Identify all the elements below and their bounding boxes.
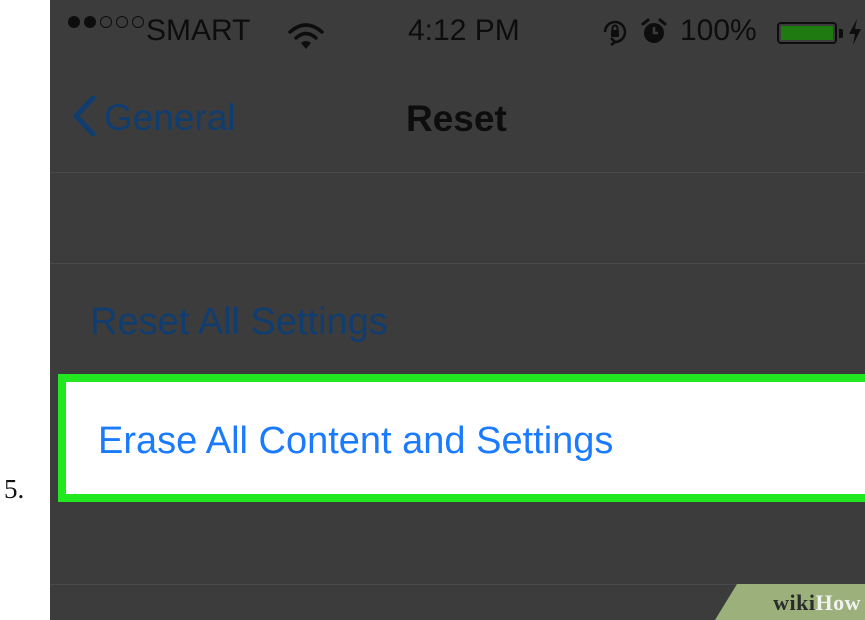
signal-dot — [84, 16, 96, 28]
signal-dot — [100, 16, 112, 28]
signal-dot — [132, 16, 144, 28]
phone-screen: SMART 4:12 PM 100% General Reset Reset A… — [50, 0, 865, 620]
signal-dot — [116, 16, 128, 28]
battery-icon — [777, 22, 837, 44]
status-bar: SMART 4:12 PM 100% — [50, 0, 865, 64]
watermark-text: wikiHow — [773, 590, 861, 616]
wifi-icon — [288, 22, 324, 50]
clock-time: 4:12 PM — [408, 14, 520, 47]
battery-percentage: 100% — [680, 14, 757, 47]
watermark-wiki: wiki — [773, 590, 816, 615]
signal-dot — [68, 16, 80, 28]
reset-all-settings-row[interactable]: Reset All Settings — [50, 264, 865, 374]
battery-cap — [839, 29, 843, 38]
watermark-how: How — [815, 590, 861, 615]
signal-strength-icon — [68, 16, 148, 28]
reset-all-settings-label: Reset All Settings — [90, 301, 388, 343]
page-title: Reset — [406, 98, 507, 139]
erase-all-content-row[interactable]: Erase All Content and Settings — [58, 374, 865, 502]
navigation-bar: General Reset — [50, 64, 865, 173]
alarm-icon — [640, 18, 668, 46]
erase-all-content-label: Erase All Content and Settings — [98, 420, 614, 462]
wikihow-watermark: wikiHow — [715, 584, 865, 620]
back-button-label: General — [104, 97, 236, 138]
back-button[interactable]: General — [72, 94, 236, 142]
carrier-name: SMART — [146, 14, 251, 47]
step-number: 5. — [4, 474, 25, 504]
battery-level-fill — [781, 26, 833, 40]
orientation-lock-icon — [601, 18, 629, 46]
chevron-left-icon — [72, 95, 96, 142]
charging-bolt-icon — [847, 18, 863, 46]
section-spacer — [50, 173, 865, 264]
